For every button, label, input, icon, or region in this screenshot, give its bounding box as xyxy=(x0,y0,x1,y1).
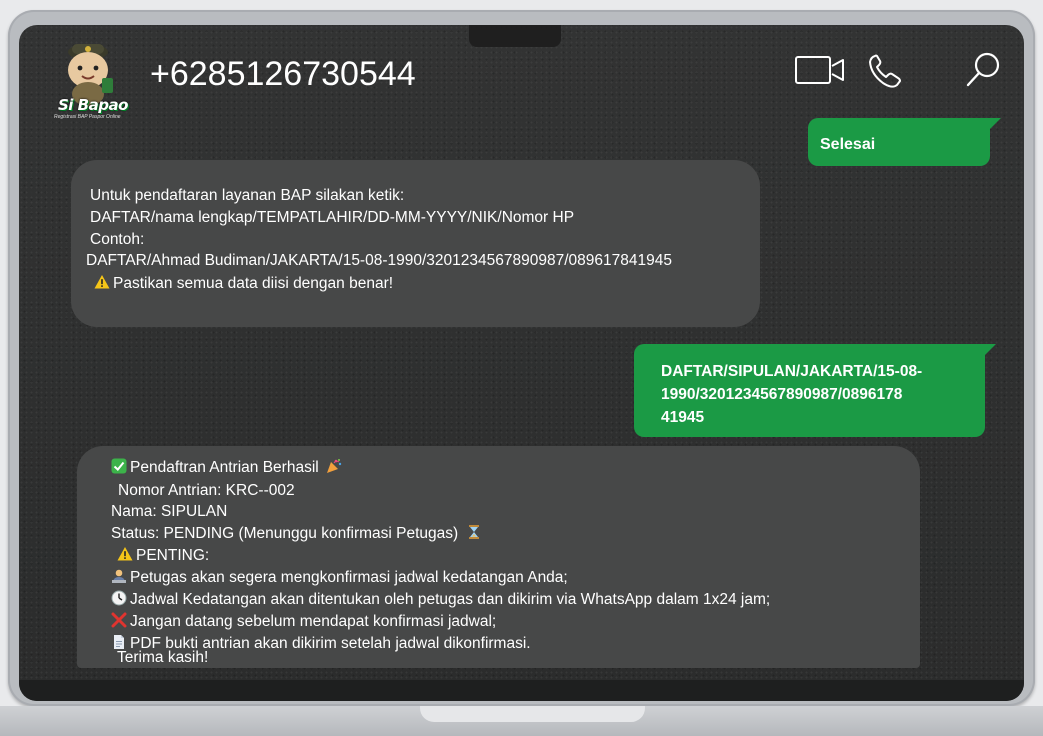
camera-notch xyxy=(469,25,561,47)
incoming-message-bubble[interactable]: Untuk pendaftaran layanan BAP silakan ke… xyxy=(71,160,760,327)
message-line: DAFTAR/SIPULAN/JAKARTA/15-08- xyxy=(661,363,923,380)
message-text: Jangan datang sebelum mendapat konfirmas… xyxy=(130,613,497,630)
message-line: Contoh: xyxy=(90,231,145,248)
screen-bottom-band xyxy=(19,680,1024,701)
outgoing-message-bubble[interactable]: DAFTAR/SIPULAN/JAKARTA/15-08- 1990/32012… xyxy=(634,344,985,437)
message-line-warning: Pastikan semua data diisi dengan benar! xyxy=(94,274,393,293)
message-text: Selesai xyxy=(820,136,876,153)
warning-icon xyxy=(94,275,110,289)
message-line: Nomor Antrian: KRC--002 xyxy=(118,482,295,499)
hourglass-icon xyxy=(468,525,479,539)
message-line: Nama: SIPULAN xyxy=(111,503,228,520)
message-line: Jangan datang sebelum mendapat konfirmas… xyxy=(111,612,496,631)
warning-icon xyxy=(117,547,133,561)
contact-avatar[interactable]: Si Bapao Registrasi BAP Paspor Online xyxy=(52,38,132,122)
message-line: 1990/3201234567890987/0896178 xyxy=(661,386,903,403)
contact-phone-number[interactable]: +6285126730544 xyxy=(150,55,416,94)
message-text: Pastikan semua data diisi dengan benar! xyxy=(113,275,394,292)
bubble-tail xyxy=(989,118,1001,130)
message-line: DAFTAR/nama lengkap/TEMPATLAHIR/DD-MM-YY… xyxy=(90,209,575,226)
brand-name: Si Bapao xyxy=(58,96,128,114)
message-text: Status: PENDING (Menunggu konfirmasi Pet… xyxy=(111,525,459,542)
message-text: Petugas akan segera mengkonfirmasi jadwa… xyxy=(130,569,568,586)
message-text: PENTING: xyxy=(136,547,210,564)
message-line: DAFTAR/Ahmad Budiman/JAKARTA/15-08-1990/… xyxy=(86,252,672,269)
message-line: PENTING: xyxy=(117,546,209,565)
message-text: Jadwal Kedatangan akan ditentukan oleh p… xyxy=(130,591,771,608)
bubble-tail xyxy=(984,344,996,356)
brand-tagline: Registrasi BAP Paspor Online xyxy=(54,114,121,120)
voice-call-icon[interactable] xyxy=(866,52,906,90)
outgoing-message-bubble[interactable]: Selesai xyxy=(808,118,990,166)
message-line: Petugas akan segera mengkonfirmasi jadwa… xyxy=(111,568,568,587)
party-popper-icon xyxy=(327,459,342,473)
laptop-base-notch xyxy=(420,706,645,722)
incoming-message-bubble[interactable]: Pendaftran Antrian Berhasil Nomor Antria… xyxy=(77,446,920,668)
search-icon[interactable] xyxy=(964,50,1004,90)
message-line: Untuk pendaftaran layanan BAP silakan ke… xyxy=(90,187,405,204)
cross-mark-icon xyxy=(111,612,127,628)
message-line: Terima kasih! xyxy=(117,649,209,666)
message-text: Pendaftran Antrian Berhasil xyxy=(130,459,319,476)
message-line: Pendaftran Antrian Berhasil xyxy=(111,458,345,477)
message-line: Status: PENDING (Menunggu konfirmasi Pet… xyxy=(111,524,485,543)
clock-icon xyxy=(111,590,127,606)
check-mark-icon xyxy=(111,458,127,474)
message-line: 41945 xyxy=(661,409,705,426)
message-line: Jadwal Kedatangan akan ditentukan oleh p… xyxy=(111,590,770,609)
video-call-icon[interactable] xyxy=(794,54,850,86)
office-worker-icon xyxy=(112,569,126,583)
